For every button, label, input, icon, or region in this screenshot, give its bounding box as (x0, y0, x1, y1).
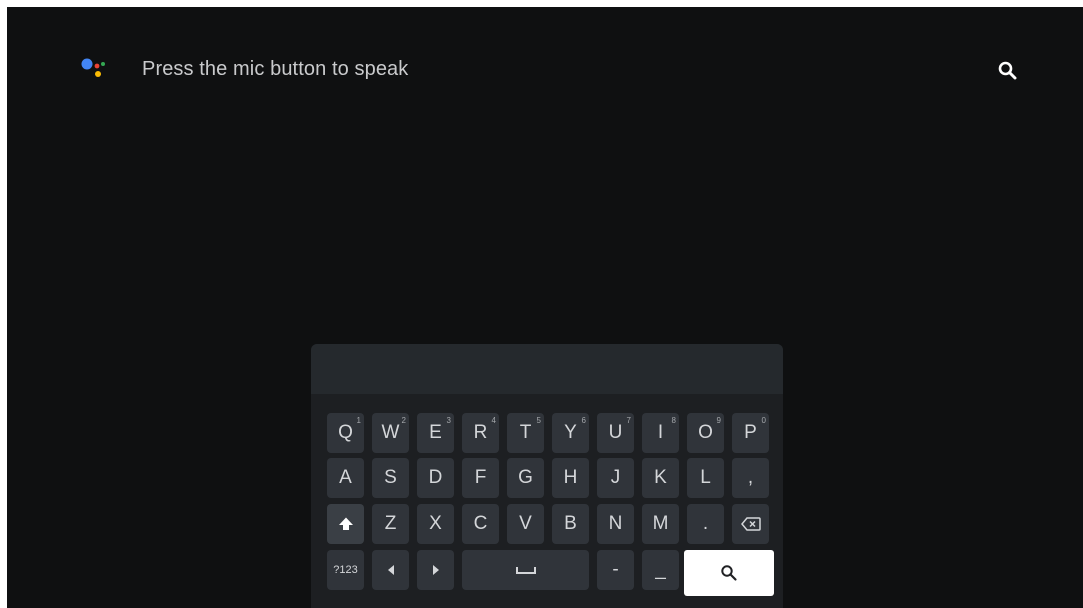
key-s[interactable]: S (372, 458, 409, 498)
key-n[interactable]: N (597, 504, 634, 544)
keyboard-input-field[interactable] (311, 344, 783, 394)
key-i[interactable]: I8 (642, 413, 679, 453)
cursor-left-key[interactable] (372, 550, 409, 590)
tv-screen: Press the mic button to speak Q1 W2 E3 R… (7, 7, 1083, 608)
key-g[interactable]: G (507, 458, 544, 498)
shift-key[interactable] (327, 504, 364, 544)
keyboard-keys: Q1 W2 E3 R4 T5 Y6 U7 I8 O9 P0 A S D F G … (311, 394, 783, 608)
on-screen-keyboard: Q1 W2 E3 R4 T5 Y6 U7 I8 O9 P0 A S D F G … (311, 344, 783, 608)
voice-prompt-text: Press the mic button to speak (142, 58, 409, 80)
key-q[interactable]: Q1 (327, 413, 364, 453)
backspace-key[interactable] (732, 504, 769, 544)
key-b[interactable]: B (552, 504, 589, 544)
key-r[interactable]: R4 (462, 413, 499, 453)
key-d[interactable]: D (417, 458, 454, 498)
cursor-left-icon (387, 565, 395, 575)
key-u[interactable]: U7 (597, 413, 634, 453)
key-j[interactable]: J (597, 458, 634, 498)
shift-icon (338, 516, 354, 532)
space-key[interactable] (462, 550, 589, 590)
key-f[interactable]: F (462, 458, 499, 498)
symbols-key[interactable]: ?123 (327, 550, 364, 590)
key-y[interactable]: Y6 (552, 413, 589, 453)
search-key[interactable] (684, 550, 774, 596)
key-period[interactable]: . (687, 504, 724, 544)
search-icon (720, 564, 738, 582)
key-comma[interactable]: , (732, 458, 769, 498)
backspace-icon (740, 517, 761, 531)
key-w[interactable]: W2 (372, 413, 409, 453)
key-a[interactable]: A (327, 458, 364, 498)
underscore-key[interactable]: _ (642, 550, 679, 590)
key-v[interactable]: V (507, 504, 544, 544)
key-m[interactable]: M (642, 504, 679, 544)
cursor-right-icon (432, 565, 440, 575)
key-c[interactable]: C (462, 504, 499, 544)
dash-key[interactable]: - (597, 550, 634, 590)
key-k[interactable]: K (642, 458, 679, 498)
key-l[interactable]: L (687, 458, 724, 498)
key-t[interactable]: T5 (507, 413, 544, 453)
key-z[interactable]: Z (372, 504, 409, 544)
space-icon (515, 565, 536, 575)
key-h[interactable]: H (552, 458, 589, 498)
search-icon[interactable] (997, 60, 1019, 82)
key-e[interactable]: E3 (417, 413, 454, 453)
key-x[interactable]: X (417, 504, 454, 544)
key-o[interactable]: O9 (687, 413, 724, 453)
key-p[interactable]: P0 (732, 413, 769, 453)
google-assistant-icon[interactable] (81, 57, 111, 83)
cursor-right-key[interactable] (417, 550, 454, 590)
